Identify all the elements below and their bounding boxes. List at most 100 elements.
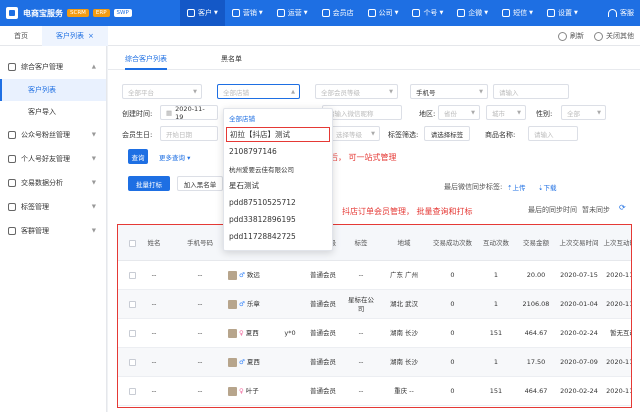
row-checkbox[interactable]: [122, 261, 142, 290]
shop-option[interactable]: 初拉【抖店】测试: [226, 127, 330, 142]
select-all-checkbox[interactable]: [122, 225, 142, 261]
sidebar-group-official-fans[interactable]: 公众号粉丝管理 ▼: [0, 123, 106, 147]
sidebar-group-segments[interactable]: 客群管理 ▼: [0, 219, 106, 243]
nickname-wrap: ♂ 乐章: [226, 300, 276, 309]
tag-level-select[interactable]: 选择等级 ▼: [330, 126, 380, 141]
product-name-input[interactable]: 请输入: [528, 126, 578, 141]
badge-erp[interactable]: ERP: [92, 9, 110, 17]
badge-swp[interactable]: SWP: [113, 9, 132, 17]
gender-select[interactable]: 全部 ▼: [561, 105, 606, 120]
cell-last-interact: 2020-11-2: [606, 387, 631, 395]
shop-option[interactable]: 杭州爱要云佳有限公司: [224, 160, 332, 177]
brand: 电商宝服务 SCRM ERP SWP: [0, 7, 180, 19]
download-button[interactable]: ⇣下载: [538, 182, 556, 192]
refresh-button[interactable]: 刷新: [558, 31, 584, 41]
nav-wecom[interactable]: 企微 ▼: [450, 0, 495, 26]
subtab-blacklist[interactable]: 黑名单: [221, 54, 242, 68]
cell-member-level: 普通会员: [310, 329, 336, 337]
nav-operation[interactable]: 运营 ▼: [270, 0, 315, 26]
main-nav: 客户 ▼ 营销 ▼ 运营 ▼ 会员店 公司 ▼ 个号 ▼ 企微 ▼ 短信 ▼ 设置 ▼: [180, 0, 585, 26]
shop-option[interactable]: pdd87510525712: [224, 194, 332, 211]
col-last-trade: 上次交易时间: [559, 238, 599, 247]
cell-nickname: ♂ 乐章: [226, 290, 276, 319]
add-blacklist-button[interactable]: 加入黑名单: [177, 176, 223, 191]
nav-member-store[interactable]: 会员店: [315, 0, 361, 26]
chevron-down-icon: ▼: [394, 10, 399, 16]
select-tag-button[interactable]: 请选择标签: [424, 126, 470, 141]
cell-region: 广东 广州: [389, 271, 419, 279]
cell-region: 湖南 长沙: [389, 358, 419, 366]
badge-scrm[interactable]: SCRM: [67, 9, 89, 17]
platform-select[interactable]: 全部平台 ▼: [122, 84, 202, 99]
sidebar-group-tags[interactable]: 标签管理 ▼: [0, 195, 106, 219]
row-checkbox[interactable]: [122, 377, 142, 406]
sidebar-group-customer[interactable]: 综合客户管理 ▲: [0, 55, 106, 79]
region-label: 地区:: [419, 110, 436, 118]
upload-button[interactable]: ⇡上传: [507, 182, 525, 192]
search-button[interactable]: 查询: [128, 149, 148, 164]
close-others-button[interactable]: 关闭其他: [594, 31, 634, 41]
close-icon[interactable]: ×: [88, 32, 94, 40]
cell-region: 重庆 --: [394, 387, 414, 395]
tag-icon: [8, 203, 16, 211]
row-checkbox[interactable]: [122, 348, 142, 377]
chevron-down-icon: ▼: [91, 180, 96, 186]
cell-tag: --: [358, 358, 364, 366]
member-level-select[interactable]: 全部会员等级 ▼: [315, 84, 398, 99]
cell-last-trade: 2020-07-09: [560, 358, 598, 366]
created-start-date[interactable]: ▦ 2020-11-19: [160, 105, 218, 121]
nav-company[interactable]: 公司 ▼: [361, 0, 406, 26]
nav-marketing[interactable]: 营销 ▼: [225, 0, 270, 26]
company-icon: [367, 9, 376, 17]
shop-option[interactable]: 2108797146: [224, 143, 332, 160]
row-checkbox[interactable]: [122, 290, 142, 319]
customer-service-button[interactable]: 客服: [608, 8, 634, 18]
shop-option[interactable]: pdd11728842725: [224, 228, 332, 245]
phone-input[interactable]: 请输入: [493, 84, 569, 99]
gender-label: 性别:: [536, 110, 553, 118]
nickname-input[interactable]: 请输入微信昵称: [322, 105, 402, 120]
birthday-start-date[interactable]: 开始日期: [160, 126, 218, 141]
row-checkbox[interactable]: [122, 319, 142, 348]
table-row[interactable]: -- -- ♂ 致远 普通会员 -- 广东 广州 0 1 20.00 2020-0…: [118, 261, 631, 290]
shop-select[interactable]: 全部店铺 ▲: [217, 84, 300, 99]
table-row[interactable]: -- -- ♀ 夏西 y*0 普通会员 -- 湖南 长沙 0 151 464.67…: [118, 319, 631, 348]
shop-option[interactable]: pdd33812896195: [224, 211, 332, 228]
table-row[interactable]: -- -- ♂ 乐章 普通会员 星标在公司 湖北 武汉 0 1 2106.08 2…: [118, 290, 631, 319]
nickname-text: 致远: [246, 271, 260, 279]
sidebar-item-customer-import[interactable]: 客户导入: [0, 101, 106, 123]
more-filters-link[interactable]: 更多查询 ▾: [159, 152, 190, 162]
top-navbar: 电商宝服务 SCRM ERP SWP 客户 ▼ 营销 ▼ 运营 ▼ 会员店 公司 ▼ 个…: [0, 0, 640, 26]
subtab-all-customers[interactable]: 综合客户列表: [125, 54, 167, 70]
checkbox-icon: [128, 301, 136, 308]
table-row[interactable]: -- -- ♀ 叶子 普通会员 -- 重庆 -- 0 151 464.67 202…: [118, 377, 631, 406]
shop-option-all[interactable]: 全部店铺: [224, 109, 332, 126]
tab-home[interactable]: 首页: [0, 26, 42, 46]
avatar: [228, 387, 237, 396]
nav-company-label: 公司: [378, 9, 393, 17]
shop-option[interactable]: 星石测试: [224, 177, 332, 194]
personal-icon: [412, 9, 421, 17]
nickname-text: 乐章: [246, 300, 260, 308]
avatar: [228, 271, 237, 280]
sidebar-item-customer-list[interactable]: 客户列表: [0, 79, 106, 101]
cell-name: --: [151, 300, 157, 308]
nav-settings[interactable]: 设置 ▼: [540, 0, 585, 26]
nav-customer[interactable]: 客户 ▼: [180, 0, 225, 26]
cell-region: 湖南 长沙: [389, 329, 419, 337]
phone-type-select[interactable]: 手机号 ▼: [410, 84, 488, 99]
cell-member-level: 普通会员: [310, 358, 336, 366]
nav-sms[interactable]: 短信 ▼: [495, 0, 540, 26]
table-row[interactable]: -- -- ♂ 夏西 普通会员 -- 湖南 长沙 0 1 17.50 2020-0…: [118, 348, 631, 377]
nav-personal[interactable]: 个号 ▼: [405, 0, 450, 26]
platform-select-value: 全部平台: [128, 88, 154, 97]
sidebar-group-trade-analysis[interactable]: 交易数据分析 ▼: [0, 171, 106, 195]
cell-interactions: 1: [493, 300, 499, 308]
city-select[interactable]: 城市 ▼: [486, 105, 526, 120]
province-select[interactable]: 省份 ▼: [438, 105, 480, 120]
batch-tag-button[interactable]: 批量打标: [128, 176, 170, 191]
sidebar-group-personal-friends[interactable]: 个人号好友管理 ▼: [0, 147, 106, 171]
chevron-down-icon: ▼: [371, 130, 375, 137]
sync-refresh-icon[interactable]: ⟳: [619, 203, 626, 212]
tab-customer-list[interactable]: 客户列表 ×: [42, 25, 108, 46]
